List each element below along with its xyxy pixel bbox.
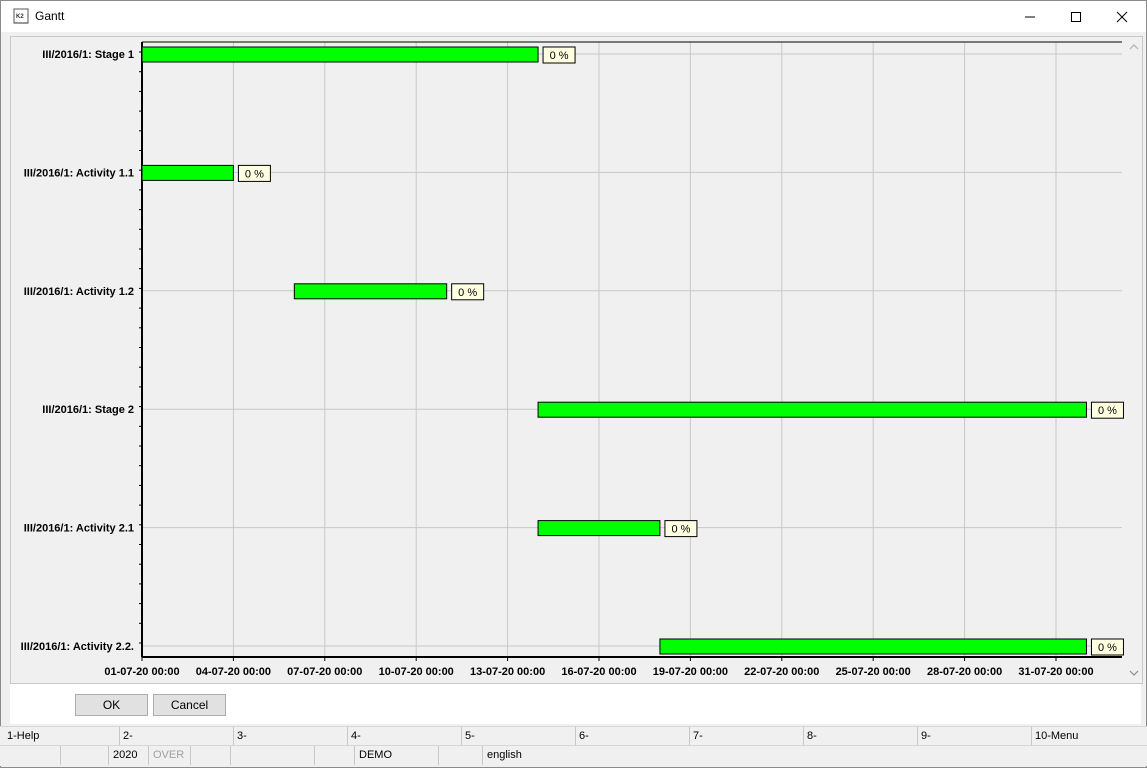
task-label: III/2016/1: Activity 1.1 bbox=[24, 167, 134, 179]
ok-button[interactable]: OK bbox=[75, 694, 148, 716]
x-tick-label: 01-07-20 00:00 bbox=[104, 666, 179, 678]
x-tick-label: 16-07-20 00:00 bbox=[561, 666, 636, 678]
task-bar bbox=[141, 164, 234, 181]
k2-app-icon: K2 bbox=[13, 8, 29, 24]
gantt-window: K2 Gantt 01-07-20 00:00 04-07-20 00:00 07-… bbox=[0, 0, 1147, 768]
chevron-down-icon bbox=[1129, 670, 1139, 676]
maximize-button[interactable] bbox=[1053, 1, 1099, 32]
x-tick-label: 07-07-20 00:00 bbox=[287, 666, 362, 678]
status-db: DEMO bbox=[354, 746, 438, 765]
title-bar[interactable]: K2 Gantt bbox=[1, 1, 1146, 32]
x-tick-label: 19-07-20 00:00 bbox=[653, 666, 728, 678]
task-bar bbox=[659, 638, 1087, 655]
svg-text:K2: K2 bbox=[16, 14, 24, 20]
progress-label: 0 % bbox=[1098, 405, 1117, 417]
fkey-10[interactable]: 10-Menu bbox=[1031, 727, 1143, 745]
gantt-panel: 01-07-20 00:00 04-07-20 00:00 07-07-20 00:… bbox=[10, 36, 1143, 684]
fkey-6[interactable]: 6- bbox=[575, 727, 689, 745]
cancel-button[interactable]: Cancel bbox=[153, 694, 226, 716]
task-bar bbox=[293, 283, 448, 300]
status-cell-empty-6 bbox=[438, 746, 482, 765]
task-label: III/2016/1: Activity 1.2 bbox=[24, 286, 134, 298]
fkey-4[interactable]: 4- bbox=[347, 727, 461, 745]
x-tick-label: 31-07-20 00:00 bbox=[1018, 666, 1093, 678]
progress-label: 0 % bbox=[245, 168, 264, 180]
gantt-chart: 01-07-20 00:00 04-07-20 00:00 07-07-20 00:… bbox=[21, 41, 1124, 678]
plot-area bbox=[142, 42, 1122, 657]
task-bar bbox=[141, 46, 539, 63]
x-tick-label: 04-07-20 00:00 bbox=[196, 666, 271, 678]
status-year: 2020 bbox=[108, 746, 148, 765]
minimize-icon bbox=[1025, 16, 1035, 17]
button-bar: OK Cancel bbox=[10, 684, 1141, 724]
status-cell-empty-3 bbox=[190, 746, 230, 765]
status-cell-empty-5 bbox=[314, 746, 354, 765]
function-key-bar: 1-Help 2- 3- 4- 5- 6- 7- 8- 9- 10-Menu bbox=[0, 726, 1147, 745]
task-label: III/2016/1: Activity 2.1 bbox=[24, 523, 134, 535]
task-label: III/2016/1: Activity 2.2. bbox=[21, 641, 134, 653]
window-title: Gantt bbox=[35, 9, 65, 23]
status-cell-empty-4 bbox=[230, 746, 314, 765]
progress-label: 0 % bbox=[550, 50, 569, 62]
x-tick-label: 25-07-20 00:00 bbox=[836, 666, 911, 678]
task-bar bbox=[537, 401, 1087, 418]
x-tick-label: 13-07-20 00:00 bbox=[470, 666, 545, 678]
fkey-2[interactable]: 2- bbox=[119, 727, 233, 745]
progress-label: 0 % bbox=[671, 524, 690, 536]
task-label: III/2016/1: Stage 2 bbox=[42, 404, 134, 416]
task-label: III/2016/1: Stage 1 bbox=[42, 49, 134, 61]
progress-label: 0 % bbox=[458, 287, 477, 299]
fkey-7[interactable]: 7- bbox=[689, 727, 803, 745]
close-icon bbox=[1116, 11, 1128, 22]
status-bar: 2020 OVER DEMO english bbox=[0, 745, 1147, 766]
x-tick-label: 28-07-20 00:00 bbox=[927, 666, 1002, 678]
progress-label: 0 % bbox=[1098, 642, 1117, 654]
minimize-button[interactable] bbox=[1007, 1, 1053, 32]
fkey-8[interactable]: 8- bbox=[803, 727, 917, 745]
scroll-down-button[interactable] bbox=[1128, 667, 1140, 679]
close-button[interactable] bbox=[1099, 1, 1145, 32]
task-bar bbox=[537, 520, 661, 537]
maximize-icon bbox=[1071, 11, 1081, 22]
status-language: english bbox=[482, 746, 612, 765]
fkey-3[interactable]: 3- bbox=[233, 727, 347, 745]
scroll-up-button[interactable] bbox=[1128, 41, 1140, 53]
chevron-up-icon bbox=[1129, 44, 1139, 50]
status-cell-empty-2 bbox=[60, 746, 108, 765]
x-tick-label: 22-07-20 00:00 bbox=[744, 666, 819, 678]
status-mode: OVER bbox=[148, 746, 190, 765]
status-cell-empty bbox=[4, 746, 60, 765]
fkey-9[interactable]: 9- bbox=[917, 727, 1031, 745]
fkey-5[interactable]: 5- bbox=[461, 727, 575, 745]
x-tick-label: 10-07-20 00:00 bbox=[379, 666, 454, 678]
fkey-1[interactable]: 1-Help bbox=[4, 727, 119, 745]
